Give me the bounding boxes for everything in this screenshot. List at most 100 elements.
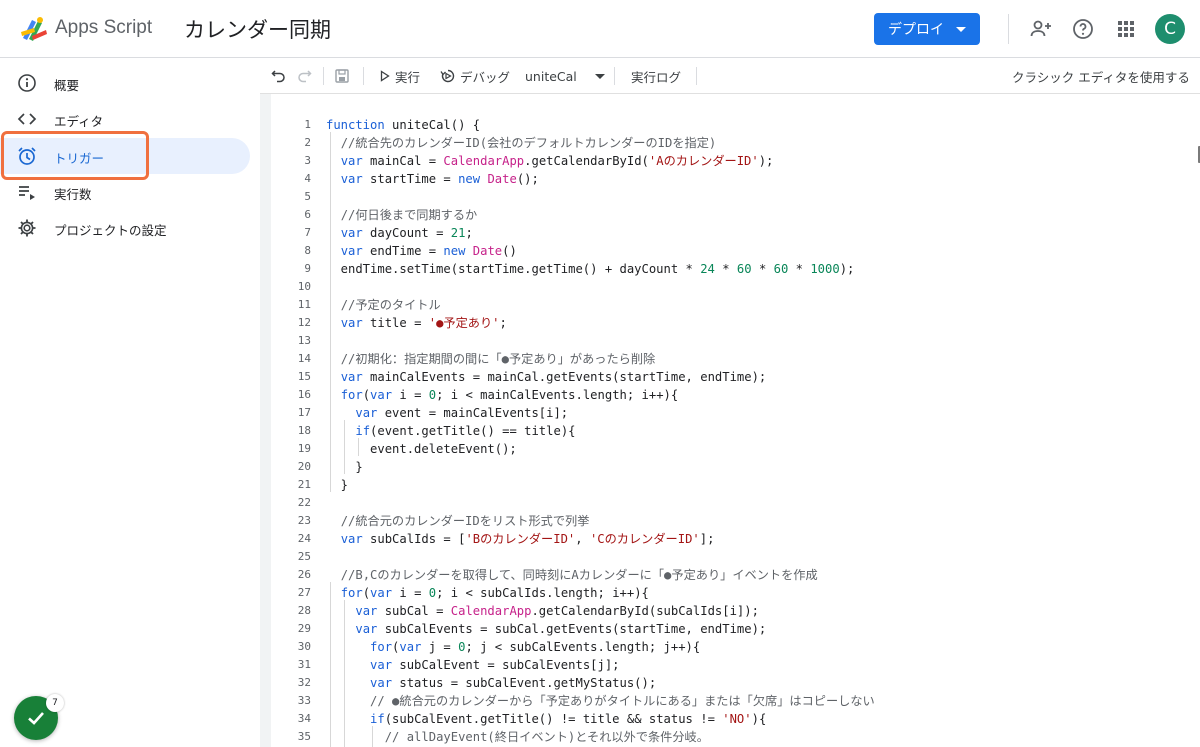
avatar[interactable]: C bbox=[1155, 14, 1185, 44]
classic-editor-link[interactable]: クラシック エディタを使用する bbox=[1012, 58, 1190, 94]
code-line[interactable]: 2 //統合先のカレンダーID(会社のデフォルトカレンダーのIDを指定) bbox=[271, 134, 1181, 152]
code-text: function uniteCal() { bbox=[326, 118, 481, 132]
code-line[interactable]: 19 event.deleteEvent(); bbox=[271, 440, 1181, 458]
apps-script-logo-icon[interactable] bbox=[20, 16, 48, 42]
sidebar-item-project-settings[interactable]: プロジェクトの設定 bbox=[0, 210, 250, 246]
code-line[interactable]: 23 //統合元のカレンダーIDをリスト形式で列挙 bbox=[271, 512, 1181, 530]
code-line[interactable]: 28 var subCal = CalendarApp.getCalendarB… bbox=[271, 602, 1181, 620]
line-number: 26 bbox=[297, 568, 311, 581]
save-icon bbox=[335, 69, 349, 83]
code-text: if(event.getTitle() == title){ bbox=[355, 424, 576, 438]
code-line[interactable]: 9 endTime.setTime(startTime.getTime() + … bbox=[271, 260, 1181, 278]
redo-button[interactable] bbox=[296, 58, 312, 94]
code-text: var mainCalEvents = mainCal.getEvents(st… bbox=[340, 370, 767, 384]
code-line[interactable]: 13 bbox=[271, 332, 1181, 350]
code-line[interactable]: 32 var status = subCalEvent.getMyStatus(… bbox=[271, 674, 1181, 692]
line-number: 29 bbox=[297, 622, 311, 635]
line-number: 9 bbox=[304, 262, 311, 275]
code-line[interactable]: 26 //B,Cのカレンダーを取得して、同時刻にAカレンダーに「●予定あり」イベ… bbox=[271, 566, 1181, 584]
toolbar-divider bbox=[363, 67, 364, 85]
code-line[interactable]: 20 } bbox=[271, 458, 1181, 476]
help-icon[interactable] bbox=[1071, 17, 1095, 41]
line-number: 24 bbox=[297, 532, 311, 545]
execution-log-button[interactable]: 実行ログ bbox=[631, 58, 681, 94]
debug-label: デバッグ bbox=[460, 69, 511, 85]
code-line[interactable]: 11 //予定のタイトル bbox=[271, 296, 1181, 314]
code-line[interactable]: 15 var mainCalEvents = mainCal.getEvents… bbox=[271, 368, 1181, 386]
code-line[interactable]: 17 var event = mainCalEvents[i]; bbox=[271, 404, 1181, 422]
editor-toolbar: 実行 デバッグ uniteCal 実行ログ クラシック エディタを使用する bbox=[260, 58, 1200, 94]
code-text: // ●統合元のカレンダーから「予定ありがタイトルにある」または「欠席」はコピー… bbox=[370, 694, 875, 708]
code-editor[interactable]: 1 function uniteCal() {2 //統合先のカレンダーID(会社… bbox=[271, 94, 1200, 747]
line-number: 13 bbox=[297, 334, 311, 347]
code-line[interactable]: 21 } bbox=[271, 476, 1181, 494]
code-line[interactable]: 1 function uniteCal() { bbox=[271, 116, 1181, 134]
sidebar-item-overview[interactable]: 概要 bbox=[0, 65, 250, 101]
code-line[interactable]: 12 var title = '●予定あり'; bbox=[271, 314, 1181, 332]
code-line[interactable]: 3 var mainCal = CalendarApp.getCalendarB… bbox=[271, 152, 1181, 170]
code-text: var dayCount = 21; bbox=[340, 226, 473, 240]
code-line[interactable]: 18 if(event.getTitle() == title){ bbox=[271, 422, 1181, 440]
code-text: for(var j = 0; j < subCalEvents.length; … bbox=[370, 640, 701, 654]
save-button[interactable] bbox=[334, 58, 350, 94]
code-line[interactable]: 7 var dayCount = 21; bbox=[271, 224, 1181, 242]
code-line[interactable]: 8 var endTime = new Date() bbox=[271, 242, 1181, 260]
code-text: var event = mainCalEvents[i]; bbox=[355, 406, 569, 420]
line-number: 7 bbox=[304, 226, 311, 239]
toolbar-divider bbox=[323, 67, 324, 85]
line-number: 5 bbox=[304, 190, 311, 203]
line-number: 15 bbox=[297, 370, 311, 383]
code-line[interactable]: 30 for(var j = 0; j < subCalEvents.lengt… bbox=[271, 638, 1181, 656]
undo-button[interactable] bbox=[271, 58, 287, 94]
list-play-icon bbox=[19, 186, 35, 200]
share-person-add-icon[interactable] bbox=[1029, 17, 1053, 41]
code-text: var status = subCalEvent.getMyStatus(); bbox=[370, 676, 657, 690]
line-number: 35 bbox=[297, 730, 311, 743]
project-title[interactable]: カレンダー同期 bbox=[184, 14, 331, 44]
code-line[interactable]: 27 for(var i = 0; i < subCalIds.length; … bbox=[271, 584, 1181, 602]
line-number: 4 bbox=[304, 172, 311, 185]
code-line[interactable]: 34 if(subCalEvent.getTitle() != title &&… bbox=[271, 710, 1181, 728]
line-number: 23 bbox=[297, 514, 311, 527]
code-line[interactable]: 5 bbox=[271, 188, 1181, 206]
line-number: 19 bbox=[297, 442, 311, 455]
code-line[interactable]: 22 bbox=[271, 494, 1181, 512]
debug-button[interactable]: デバッグ bbox=[440, 58, 510, 94]
code-brackets-icon bbox=[17, 113, 37, 125]
apps-grid-icon[interactable] bbox=[1114, 17, 1138, 41]
code-line[interactable]: 24 var subCalIds = ['BのカレンダーID', 'Cのカレンダ… bbox=[271, 530, 1181, 548]
app-name: Apps Script bbox=[55, 17, 153, 38]
code-line[interactable]: 4 var startTime = new Date(); bbox=[271, 170, 1181, 188]
line-number: 12 bbox=[297, 316, 311, 329]
code-line[interactable]: 31 var subCalEvent = subCalEvents[j]; bbox=[271, 656, 1181, 674]
line-number: 30 bbox=[297, 640, 311, 653]
info-icon bbox=[18, 74, 36, 92]
code-line[interactable]: 33 // ●統合元のカレンダーから「予定ありがタイトルにある」または「欠席」は… bbox=[271, 692, 1181, 710]
code-line[interactable]: 25 bbox=[271, 548, 1181, 566]
code-line[interactable]: 6 //何日後まで同期するか bbox=[271, 206, 1181, 224]
code-text: var subCalEvents = subCal.getEvents(star… bbox=[355, 622, 767, 636]
line-number: 14 bbox=[297, 352, 311, 365]
code-line[interactable]: 16 for(var i = 0; i < mainCalEvents.leng… bbox=[271, 386, 1181, 404]
code-text: var title = '●予定あり'; bbox=[340, 316, 507, 330]
run-button[interactable]: 実行 bbox=[380, 58, 420, 94]
code-text: //何日後まで同期するか bbox=[340, 208, 478, 222]
code-text: for(var i = 0; i < subCalIds.length; i++… bbox=[340, 586, 649, 600]
line-number: 3 bbox=[304, 154, 311, 167]
sidebar-item-label: 実行数 bbox=[54, 187, 92, 202]
function-select[interactable]: uniteCal bbox=[525, 58, 605, 94]
line-number: 28 bbox=[297, 604, 311, 617]
line-number: 33 bbox=[297, 694, 311, 707]
code-text: var mainCal = CalendarApp.getCalendarByI… bbox=[340, 154, 774, 168]
chevron-down-icon bbox=[594, 73, 605, 79]
code-text: //予定のタイトル bbox=[340, 298, 441, 312]
code-line[interactable]: 10 bbox=[271, 278, 1181, 296]
debug-icon bbox=[440, 69, 455, 83]
deploy-button[interactable]: デプロイ bbox=[874, 13, 980, 45]
code-line[interactable]: 14 //初期化：指定期間の間に「●予定あり」があったら削除 bbox=[271, 350, 1181, 368]
code-line[interactable]: 35 // allDayEvent(終日イベント)とそれ以外で条件分岐。 bbox=[271, 728, 1181, 746]
code-text: //統合元のカレンダーIDをリスト形式で列挙 bbox=[340, 514, 590, 528]
code-line[interactable]: 29 var subCalEvents = subCal.getEvents(s… bbox=[271, 620, 1181, 638]
line-number: 16 bbox=[297, 388, 311, 401]
line-number: 10 bbox=[297, 280, 311, 293]
